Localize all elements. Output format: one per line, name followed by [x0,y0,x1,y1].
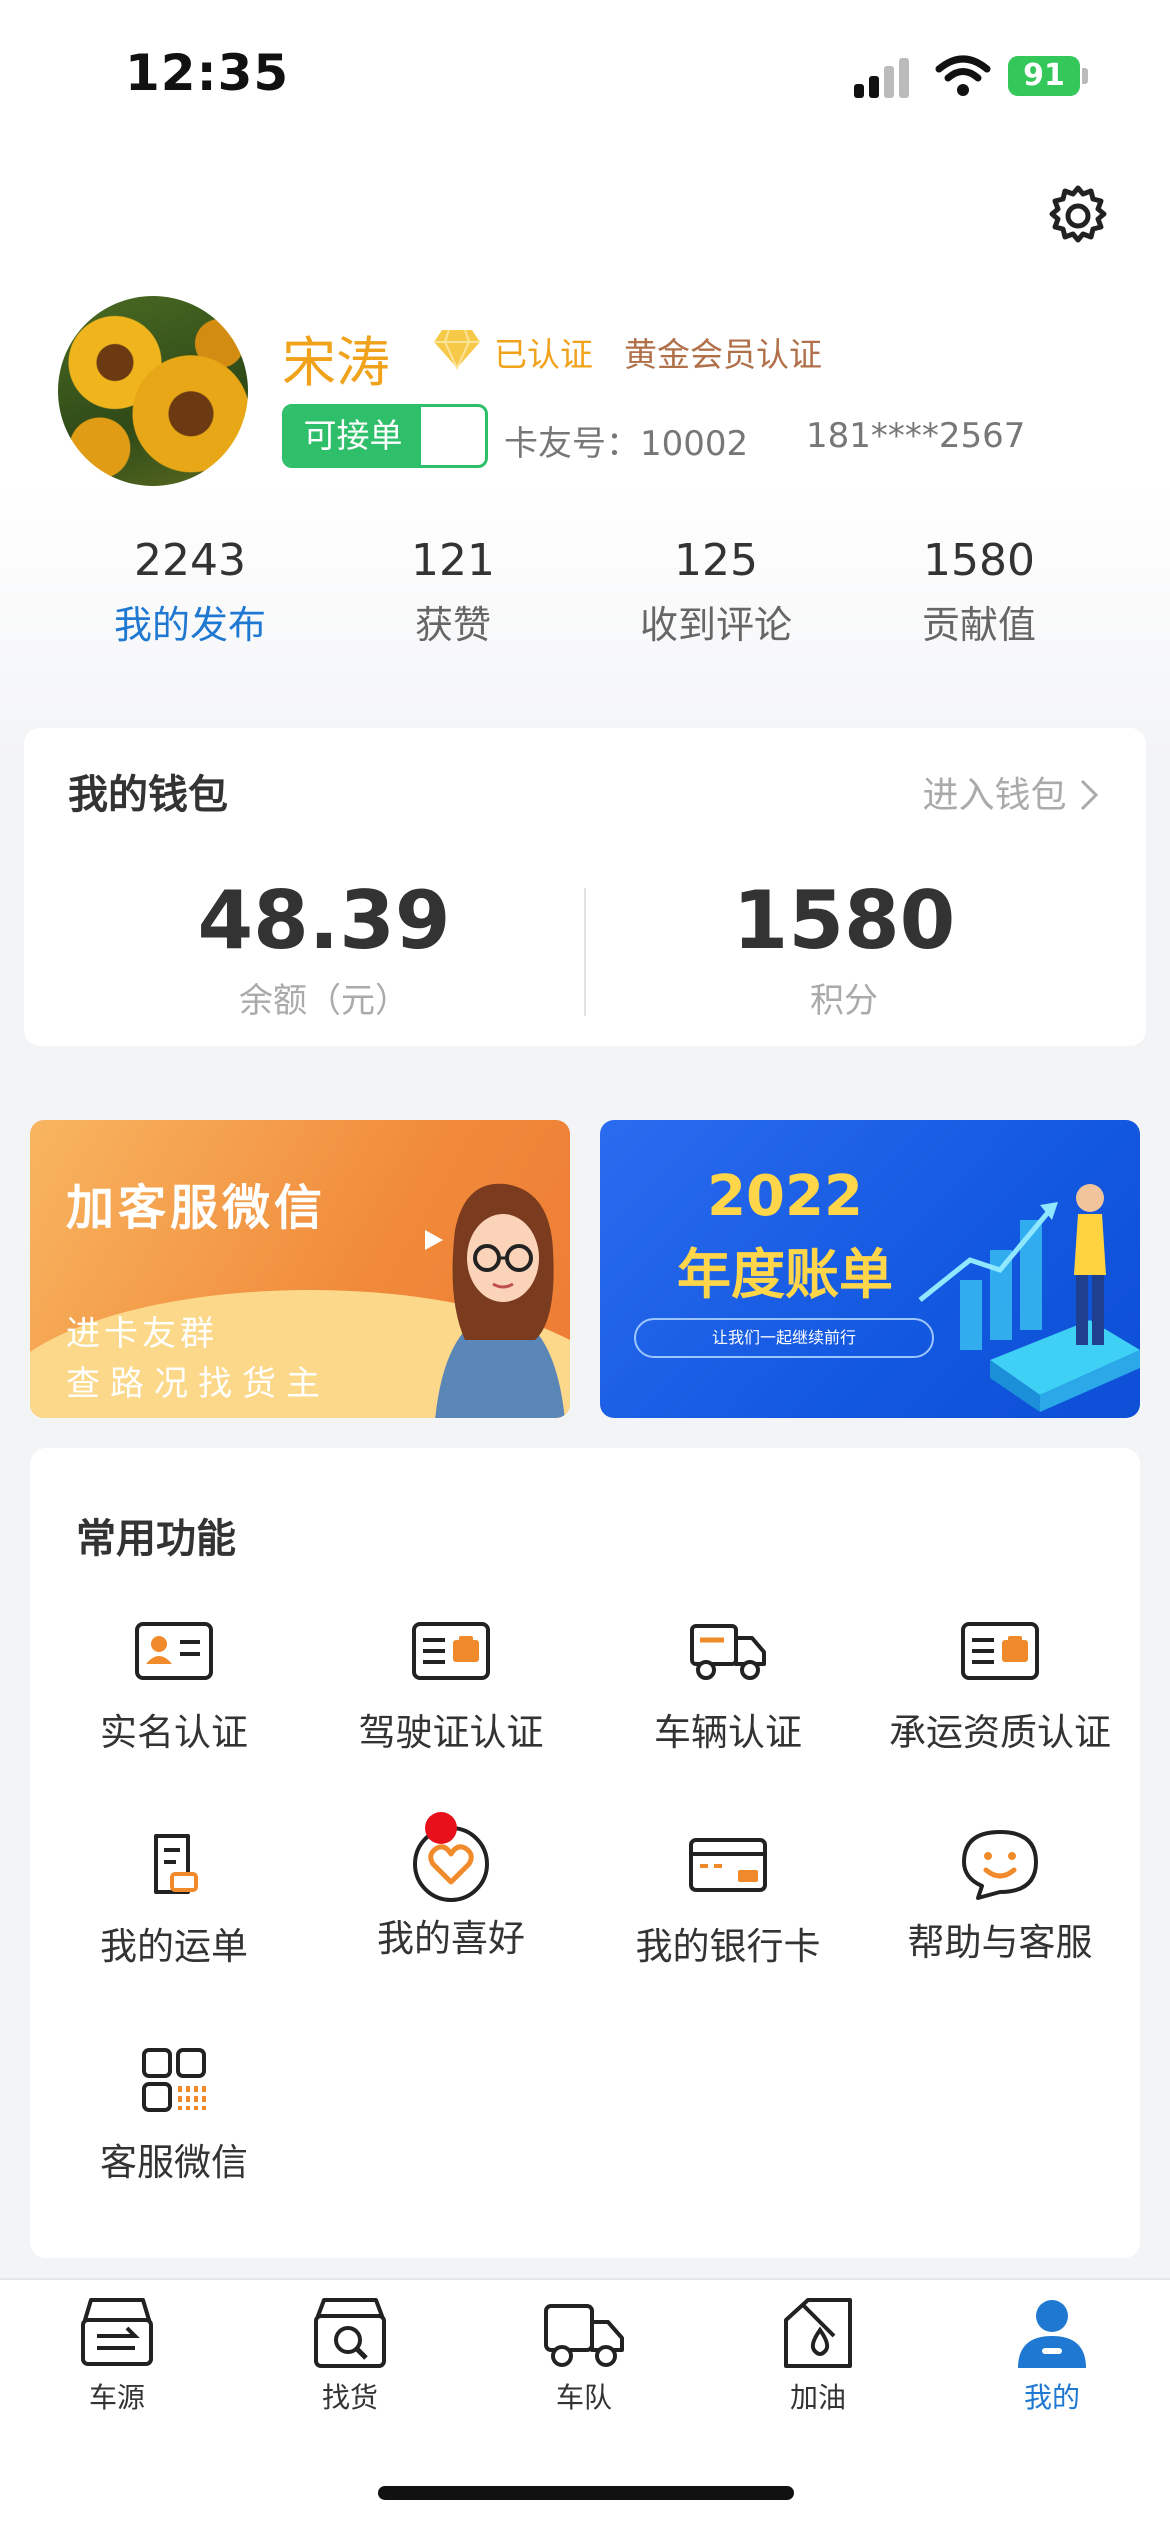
stat-contribution[interactable]: 1580 贡献值 [859,535,1099,649]
wallet-divider [584,888,586,1016]
battery-tip [1082,68,1088,84]
diamond-icon [434,329,480,370]
stat-comments[interactable]: 125 收到评论 [596,535,836,649]
license-icon [412,1622,490,1680]
function-label: 承运资质认证 [889,1711,1111,1754]
function-my-waybill[interactable]: 我的运单 [34,1832,314,1970]
function-label: 客服微信 [100,2141,248,2184]
cellular-signal-icon [854,58,909,98]
stat-value: 2243 [134,535,246,586]
function-label: 我的运单 [100,1925,248,1968]
tab-label: 车源 [88,2381,145,2414]
status-time: 12:35 [125,44,290,102]
battery-indicator: 91 [1008,56,1080,96]
gold-member-certification-link[interactable]: 黄金会员认证 [624,328,822,376]
function-vehicle-auth[interactable]: 车辆认证 [588,1618,868,1756]
chevron-right-icon [1080,779,1099,811]
growth-chart-illustration [918,1184,1140,1412]
tab-truck-source[interactable]: 车源 [37,2296,197,2416]
common-functions-panel: 常用功能 实名认证 驾驶证认证 车辆认证 承运资质认证 我的运单 我的喜好 我的… [30,1448,1140,2258]
banner-pill: 让我们一起继续前行 [634,1318,934,1358]
banner-line: 查路况找货主 [66,1364,330,1404]
function-label: 我的银行卡 [635,1925,821,1968]
enter-wallet-link[interactable]: 进入钱包 [923,766,1100,818]
tab-label: 我的 [1023,2381,1080,2414]
wallet-balance[interactable]: 48.39 余额（元） [124,874,524,1022]
truck-icon [690,1624,766,1680]
fleet-icon [544,2304,624,2367]
balance-value: 48.39 [197,874,451,967]
notification-badge [425,1812,457,1844]
function-my-favorites[interactable]: 我的喜好 [311,1826,591,1962]
banner-title: 加客服微信 [66,1180,327,1236]
points-value: 1580 [732,874,956,967]
tab-fleet[interactable]: 车队 [504,2296,664,2416]
stat-value: 125 [674,535,758,586]
home-indicator [378,2486,794,2500]
tab-label: 找货 [321,2381,378,2414]
enter-wallet-label: 进入钱包 [922,775,1067,816]
function-driver-license-auth[interactable]: 驾驶证认证 [311,1618,591,1756]
stat-label: 贡献值 [921,603,1036,647]
function-help-support[interactable]: 帮助与客服 [860,1830,1140,1966]
function-label: 实名认证 [100,1711,248,1754]
phone-number: 181****2567 [806,416,1026,456]
tab-label: 车队 [555,2381,612,2414]
customer-service-wechat-banner[interactable]: 加客服微信 进卡友群 查路况找货主 [30,1120,570,1418]
card-friend-number: 卡友号：10002 [504,424,749,464]
truck-source-icon [81,2298,153,2366]
stat-value: 121 [411,535,495,586]
fuel-icon [784,2298,852,2368]
qualification-icon [961,1622,1039,1680]
wallet-points[interactable]: 1580 积分 [644,874,1044,1022]
user-icon [1018,2300,1086,2368]
tab-find-cargo[interactable]: 找货 [270,2296,430,2416]
tab-mine[interactable]: 我的 [972,2296,1132,2416]
balance-label: 余额（元） [239,981,409,1021]
annual-bill-banner[interactable]: 2022 年度账单 让我们一起继续前行 [600,1120,1140,1418]
wifi-icon [935,55,991,96]
tab-fuel[interactable]: 加油 [738,2296,898,2416]
id-card-icon [135,1622,213,1680]
function-label: 车辆认证 [654,1711,802,1754]
section-title: 常用功能 [76,1516,236,1562]
chat-smile-icon [962,1830,1038,1900]
find-cargo-icon [314,2298,386,2368]
function-label: 帮助与客服 [907,1921,1093,1964]
stat-label: 我的发布 [113,603,266,647]
banner-line: 进卡友群 [66,1314,218,1354]
verified-badge: 已认证 [494,335,593,374]
function-label: 我的喜好 [377,1917,525,1960]
function-carrier-qualification-auth[interactable]: 承运资质认证 [860,1618,1140,1756]
wallet-title: 我的钱包 [68,772,228,818]
stat-label: 收到评论 [639,603,792,647]
accept-orders-toggle[interactable]: 可接单 [282,404,488,468]
stat-likes[interactable]: 121 获赞 [333,535,573,649]
function-label: 驾驶证认证 [358,1711,544,1754]
waybill-icon [154,1834,198,1894]
function-my-bank-card[interactable]: 我的银行卡 [588,1832,868,1970]
user-name: 宋涛 [282,331,390,394]
stat-label: 获赞 [414,603,491,647]
points-label: 积分 [810,981,878,1021]
qr-code-icon [142,2048,206,2112]
function-real-name-auth[interactable]: 实名认证 [34,1618,314,1756]
status-bar: 12:35 91 [0,0,1170,150]
stat-my-posts[interactable]: 2243 我的发布 [70,535,310,649]
settings-gear-icon[interactable] [1046,184,1110,248]
girl-illustration [425,1183,565,1418]
stat-value: 1580 [923,535,1035,586]
toggle-label: 可接单 [285,407,421,465]
avatar[interactable] [58,296,248,486]
function-customer-service-wechat[interactable]: 客服微信 [34,2048,314,2186]
tab-label: 加油 [789,2381,846,2414]
wallet-card: 我的钱包 进入钱包 48.39 余额（元） 1580 积分 [24,728,1146,1046]
bank-card-icon [689,1838,767,1892]
